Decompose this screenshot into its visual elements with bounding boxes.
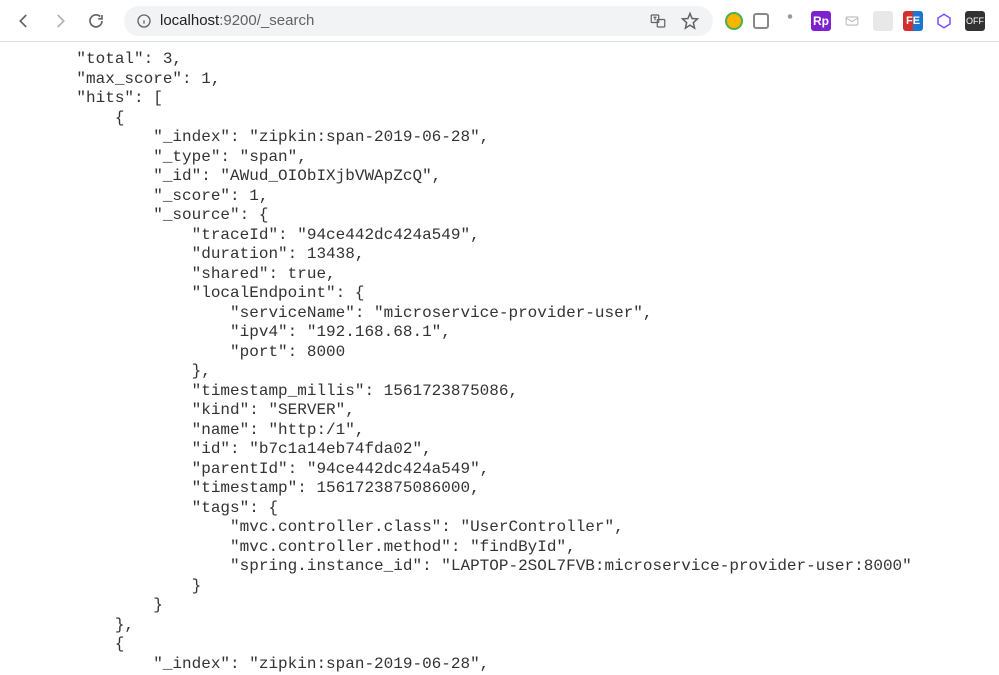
url-text: localhost:9200/_search xyxy=(160,12,639,29)
json-response-body: ″total″: 3, ″max_score″: 1, ″hits″: [ { … xyxy=(0,42,999,675)
site-info-icon[interactable] xyxy=(136,13,152,29)
ext-icon-4[interactable]: Rp xyxy=(811,11,831,31)
ext-icon-7[interactable]: FE xyxy=(903,11,923,31)
translate-icon[interactable] xyxy=(647,10,669,32)
back-button[interactable] xyxy=(8,5,40,37)
url-port: :9200 xyxy=(219,12,257,29)
ext-icon-8[interactable] xyxy=(933,10,955,32)
ext-icon-5[interactable] xyxy=(841,10,863,32)
browser-toolbar: localhost:9200/_search Rp FE OFF xyxy=(0,0,999,42)
extension-icons: Rp FE OFF xyxy=(725,10,991,32)
url-path: /_search xyxy=(257,12,315,29)
ext-icon-6[interactable] xyxy=(873,11,893,31)
address-bar[interactable]: localhost:9200/_search xyxy=(124,6,713,36)
address-bar-actions xyxy=(647,10,701,32)
forward-button[interactable] xyxy=(44,5,76,37)
ext-icon-9[interactable]: OFF xyxy=(965,11,985,31)
ext-icon-1[interactable] xyxy=(725,12,743,30)
ext-icon-2[interactable] xyxy=(753,13,769,29)
ext-icon-3[interactable] xyxy=(779,10,801,32)
star-icon[interactable] xyxy=(679,10,701,32)
url-host: localhost xyxy=(160,12,219,29)
reload-button[interactable] xyxy=(80,5,112,37)
json-text: ″total″: 3, ″max_score″: 1, ″hits″: [ { … xyxy=(0,50,999,675)
